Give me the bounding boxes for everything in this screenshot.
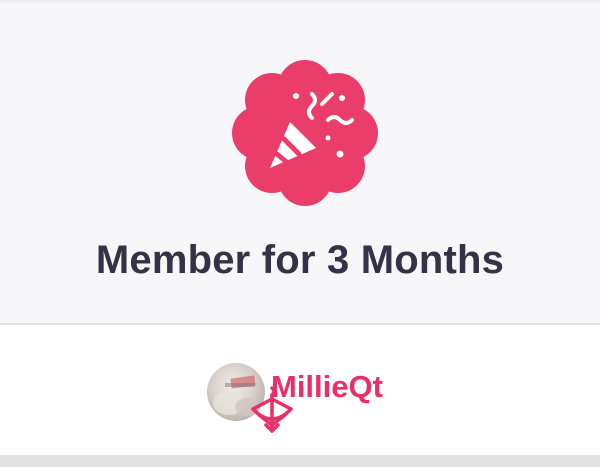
achievement-badge (232, 60, 378, 206)
bottom-divider (0, 455, 600, 467)
achievement-title: Member for 3 Months (95, 238, 505, 282)
member-link[interactable]: MillieQt (207, 363, 467, 443)
bow-arrow-icon (245, 385, 299, 439)
achievement-card: Member for 3 Months (0, 0, 600, 325)
party-popper-icon (232, 60, 378, 206)
top-divider (0, 0, 600, 4)
